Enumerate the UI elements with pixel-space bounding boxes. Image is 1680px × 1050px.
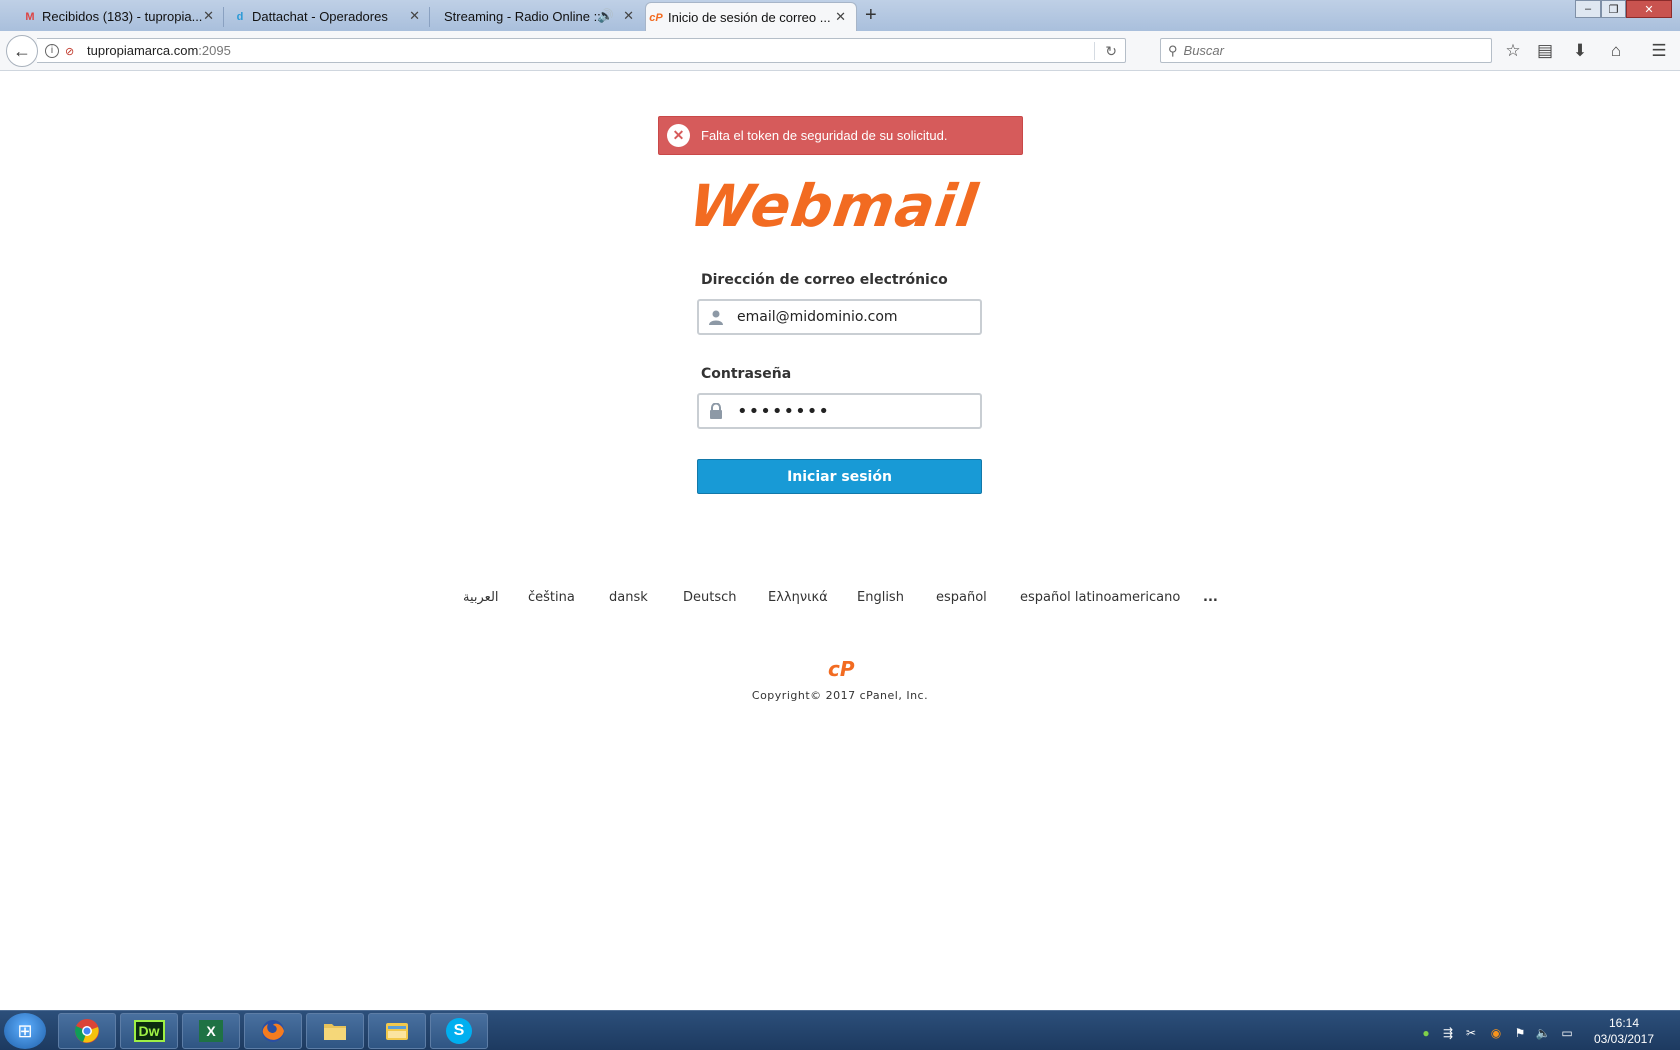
avast-icon[interactable]: ◉ (1488, 1025, 1504, 1041)
audio-icon[interactable]: 🔊 (598, 8, 614, 24)
new-tab-button[interactable]: + (865, 4, 877, 27)
reading-list-icon[interactable]: ▤ (1534, 40, 1556, 62)
clock-date: 03/03/2017 (1593, 1032, 1655, 1046)
search-input[interactable] (1183, 43, 1474, 58)
language-link[interactable]: Deutsch (683, 590, 737, 605)
tab-title: Recibidos (183) - tupropia... (42, 9, 203, 24)
tab-streaming[interactable]: Streaming - Radio Online ::::... 🔊 ✕ (422, 2, 644, 31)
error-alert: ✕ Falta el token de seguridad de su soli… (658, 116, 1023, 155)
bookmark-star-icon[interactable]: ☆ (1502, 40, 1524, 62)
excel-label: X (199, 1020, 223, 1042)
email-label: Dirección de correo electrónico (701, 272, 948, 288)
dattachat-icon: d (236, 11, 244, 23)
tab-gmail[interactable]: M Recibidos (183) - tupropia... ✕ (20, 2, 224, 31)
system-clock[interactable]: 16:14 03/03/2017 (1588, 1015, 1660, 1047)
language-link[interactable]: العربية (463, 590, 499, 605)
chrome-icon[interactable] (58, 1013, 116, 1049)
divider (1094, 42, 1095, 60)
email-field[interactable] (697, 299, 982, 335)
language-link[interactable]: español (936, 590, 987, 605)
close-window-button[interactable]: ✕ (1626, 0, 1672, 18)
taskbar: ⊞ Dw X S ● ⇶ ✂ ◉ ⚑ 🔈 ▭ 16:14 03/03/2017 (0, 1010, 1680, 1050)
firefox-icon[interactable] (244, 1013, 302, 1049)
user-icon (699, 301, 733, 333)
login-button[interactable]: Iniciar sesión (697, 459, 982, 494)
start-button[interactable]: ⊞ (4, 1013, 46, 1049)
dw-label: Dw (133, 1020, 165, 1042)
language-list: العربية čeština dansk Deutsch Ελληνικά E… (0, 590, 1680, 612)
back-button[interactable]: ← (6, 35, 38, 67)
lock-icon (699, 395, 733, 427)
usb-icon[interactable]: ⇶ (1440, 1025, 1456, 1041)
tab-bar: M Recibidos (183) - tupropia... ✕ d Datt… (0, 0, 1680, 31)
tab-dattachat[interactable]: d Dattachat - Operadores ✕ (230, 2, 430, 31)
url-text[interactable]: tupropiamarca.com:2095 (87, 43, 231, 58)
search-icon: ⚲ (1168, 42, 1178, 58)
restore-button[interactable]: ❐ (1601, 0, 1626, 18)
skype-icon[interactable]: S (430, 1013, 488, 1049)
error-icon: ✕ (667, 124, 690, 147)
reload-icon[interactable]: ↻ (1105, 43, 1117, 60)
network-sync-icon[interactable]: ● (1418, 1025, 1434, 1041)
action-center-flag-icon[interactable]: ⚑ (1512, 1025, 1528, 1041)
more-languages-link[interactable]: ... (1203, 590, 1218, 605)
cpanel-logo: cP (828, 657, 855, 681)
download-icon[interactable]: ⬇ (1569, 40, 1591, 62)
password-input[interactable] (737, 400, 972, 422)
close-tab-icon[interactable]: ✕ (623, 8, 634, 24)
home-icon[interactable]: ⌂ (1605, 40, 1627, 62)
url-bar[interactable]: i ⊘ tupropiamarca.com:2095 ↻ (37, 38, 1126, 63)
volume-icon[interactable]: 🔈 (1535, 1025, 1551, 1041)
minimize-button[interactable]: – (1575, 0, 1601, 18)
close-tab-icon[interactable]: ✕ (203, 8, 214, 24)
language-link[interactable]: español latinoamericano (1020, 590, 1180, 605)
network-icon[interactable]: ▭ (1559, 1025, 1575, 1041)
explorer-icon[interactable] (368, 1013, 426, 1049)
language-link[interactable]: čeština (528, 590, 575, 605)
menu-icon[interactable]: ☰ (1648, 40, 1670, 62)
tab-title: Inicio de sesión de correo ... (668, 9, 831, 25)
insecure-lock-icon[interactable]: ⊘ (65, 45, 77, 58)
skype-label: S (446, 1018, 472, 1044)
password-field[interactable] (697, 393, 982, 429)
excel-icon[interactable]: X (182, 1013, 240, 1049)
alert-message: Falta el token de seguridad de su solici… (701, 128, 948, 143)
dreamweaver-icon[interactable]: Dw (120, 1013, 178, 1049)
nav-bar: i ⊘ tupropiamarca.com:2095 ↻ ← ⚲ ☆ ▤ ⬇ ⌂… (0, 31, 1680, 71)
close-tab-icon[interactable]: ✕ (409, 8, 420, 24)
cpanel-icon: cP (649, 12, 663, 24)
language-link[interactable]: English (857, 590, 904, 605)
close-tab-icon[interactable]: ✕ (835, 9, 846, 25)
language-link[interactable]: dansk (609, 590, 648, 605)
search-bar[interactable]: ⚲ (1160, 38, 1492, 63)
tools-icon[interactable]: ✂ (1463, 1025, 1479, 1041)
tab-title: Streaming - Radio Online ::::... (444, 9, 604, 24)
password-label: Contraseña (701, 366, 792, 382)
tab-webmail-login[interactable]: cP Inicio de sesión de correo ... ✕ (645, 2, 857, 31)
copyright: Copyright© 2017 cPanel, Inc. (751, 689, 929, 702)
language-link[interactable]: Ελληνικά (768, 590, 828, 605)
gmail-icon: M (25, 11, 35, 23)
info-icon[interactable]: i (45, 43, 59, 58)
folder-icon[interactable] (306, 1013, 364, 1049)
webmail-logo: Webmail (685, 172, 983, 240)
clock-time: 16:14 (1608, 1016, 1640, 1030)
email-input[interactable] (737, 309, 972, 325)
tab-separator (223, 7, 224, 27)
tab-title: Dattachat - Operadores (252, 9, 388, 24)
